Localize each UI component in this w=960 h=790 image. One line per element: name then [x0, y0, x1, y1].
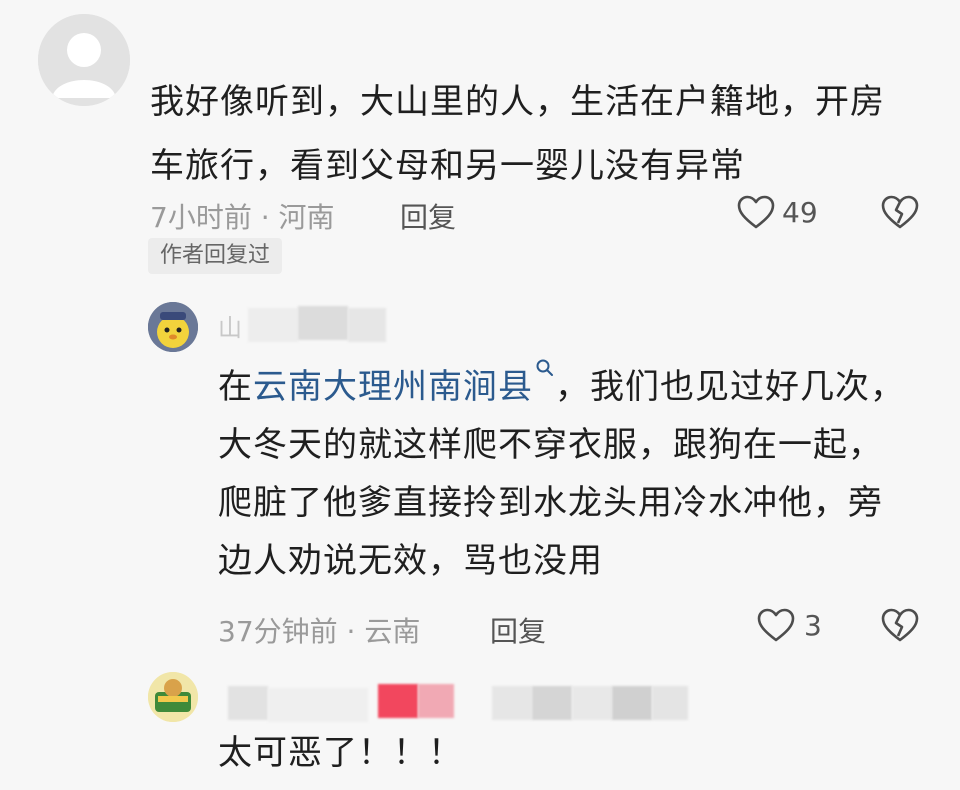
avatar[interactable]: [148, 302, 198, 352]
avatar[interactable]: [148, 672, 198, 722]
location-link[interactable]: 云南大理州南涧县: [253, 367, 533, 407]
username-blurred[interactable]: 山: [218, 306, 388, 342]
reply-button[interactable]: 回复: [490, 610, 546, 650]
author-replied-badge: 作者回复过: [148, 238, 283, 274]
broken-heart-icon: [881, 608, 919, 642]
cartoon-avatar-icon: [148, 302, 198, 352]
like-count: 49: [782, 196, 818, 229]
like-button[interactable]: 3: [756, 606, 826, 648]
cartoon-avatar-icon: [148, 672, 198, 722]
comment-meta: 37分钟前 · 云南: [218, 615, 421, 648]
broken-heart-icon: [881, 195, 919, 229]
comment-meta: 7小时前 · 河南: [150, 201, 335, 234]
search-icon[interactable]: [535, 358, 555, 380]
heart-icon: [757, 608, 795, 642]
dislike-button[interactable]: [880, 193, 920, 233]
dislike-button[interactable]: [880, 606, 920, 646]
comment-text: 我好像听到，大山里的人，生活在户籍地，开房车旅行，看到父母和另一婴儿没有异常: [150, 82, 885, 186]
like-button[interactable]: 49: [736, 193, 826, 235]
username-blurred[interactable]: [228, 684, 708, 724]
avatar[interactable]: [38, 14, 130, 106]
comment-text: 太可恶了！！！: [218, 733, 463, 773]
reply-button[interactable]: 回复: [400, 196, 456, 236]
username-partial: 山: [218, 314, 242, 342]
heart-icon: [737, 195, 775, 229]
comment-text: 在云南大理州南涧县 ，我们也见过好几次，大冬天的就这样爬不穿衣服，跟狗在一起，爬…: [218, 358, 908, 590]
default-avatar-icon: [38, 14, 130, 106]
like-count: 3: [804, 609, 822, 642]
